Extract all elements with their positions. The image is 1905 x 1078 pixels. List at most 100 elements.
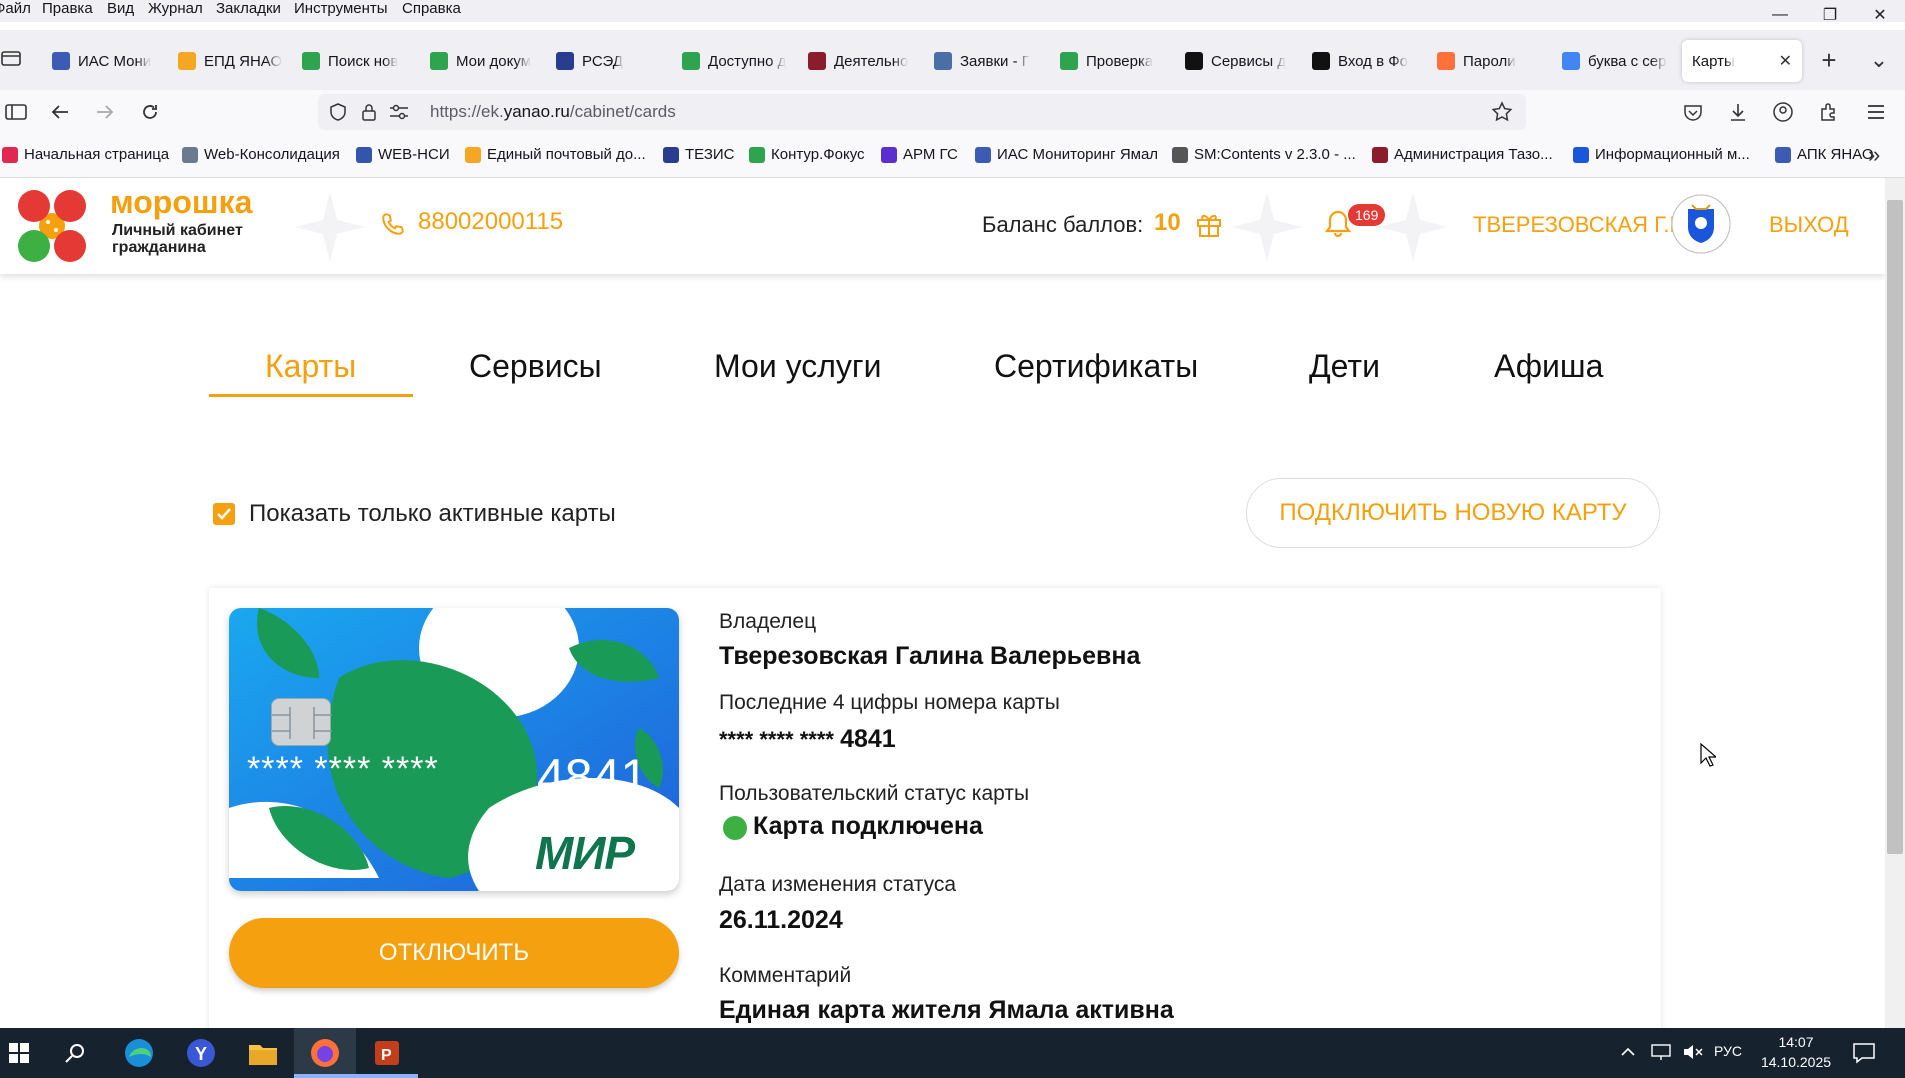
bookmark-star-icon[interactable] <box>1490 100 1514 129</box>
bookmark-label: АПК ЯНАО <box>1797 146 1874 163</box>
tab-favicon-icon <box>1437 52 1455 70</box>
bookmark-item[interactable]: ИАС Мониторинг Ямал <box>975 146 1158 163</box>
browser-tab[interactable]: Вход в Фо <box>1312 40 1432 82</box>
reload-icon[interactable] <box>134 96 166 128</box>
bookmark-item[interactable]: АПК ЯНАО <box>1775 146 1874 163</box>
menu-help[interactable]: Справка <box>402 0 461 17</box>
extensions-icon[interactable] <box>1812 96 1844 128</box>
network-icon[interactable] <box>1650 1042 1672 1067</box>
connect-new-card-button[interactable]: ПОДКЛЮЧИТЬ НОВУЮ КАРТУ <box>1246 478 1660 548</box>
bookmark-item[interactable]: Начальная страница <box>2 146 169 163</box>
browser-tab[interactable]: Проверка <box>1060 40 1180 82</box>
menu-bookmarks[interactable]: Закладки <box>216 0 281 17</box>
bookmark-label: Единый почтовый до... <box>487 146 646 163</box>
powerpoint-icon[interactable]: P <box>356 1028 418 1078</box>
tab-label: Сервисы д <box>1211 52 1287 70</box>
active-app-indicator <box>294 1074 356 1078</box>
close-window-button[interactable]: ✕ <box>1855 0 1905 30</box>
logo-wordmark[interactable]: морошка <box>110 184 252 221</box>
back-arrow-icon[interactable] <box>44 96 76 128</box>
clock[interactable]: 14:07 14.10.2025 <box>1756 1032 1836 1072</box>
avatar[interactable] <box>1670 193 1732 260</box>
firefox-icon[interactable] <box>294 1028 356 1078</box>
moroshka-logo-icon[interactable] <box>12 188 92 269</box>
url-text[interactable]: https://ek.yanao.ru/cabinet/cards <box>430 102 676 122</box>
menu-edit[interactable]: Правка <box>42 0 93 17</box>
browser-tab[interactable]: Карты ✕ <box>1682 40 1802 82</box>
bookmark-item[interactable]: WEB-НСИ <box>356 146 450 163</box>
bookmarks-overflow-button[interactable]: » <box>1868 142 1880 168</box>
bookmark-item[interactable]: Информационный м... <box>1573 146 1750 163</box>
bookmark-favicon-icon <box>465 146 481 163</box>
file-explorer-icon[interactable] <box>232 1028 294 1078</box>
edge-browser-icon[interactable] <box>108 1028 170 1078</box>
disconnect-card-button[interactable]: ОТКЛЮЧИТЬ <box>229 918 679 988</box>
menu-view[interactable]: Вид <box>107 0 134 17</box>
tab-afisha[interactable]: Афиша <box>1494 348 1603 385</box>
browser-tab[interactable]: Поиск нов <box>302 40 422 82</box>
close-tab-icon[interactable]: ✕ <box>1779 51 1792 71</box>
bookmark-item[interactable]: Единый почтовый до... <box>465 146 646 163</box>
tab-my-services[interactable]: Мои услуги <box>714 348 881 385</box>
tab-cards[interactable]: Карты <box>265 348 356 385</box>
tab-overview-icon[interactable] <box>0 48 22 68</box>
browser-tab[interactable]: буква с сер <box>1562 40 1682 82</box>
tab-label: Карты <box>1692 52 1735 70</box>
bookmark-item[interactable]: Администрация Тазо... <box>1372 146 1553 163</box>
search-icon[interactable] <box>44 1028 106 1078</box>
forward-arrow-icon[interactable] <box>89 96 121 128</box>
minimize-button[interactable]: — <box>1755 0 1805 30</box>
url-bar[interactable]: https://ek.yanao.ru/cabinet/cards <box>318 94 1526 130</box>
tab-list-button[interactable]: ⌄ <box>1862 40 1896 80</box>
tab-label: Деятельно <box>834 52 909 70</box>
volume-muted-icon[interactable] <box>1682 1042 1704 1067</box>
app-menu-icon[interactable] <box>1860 96 1892 128</box>
browser-tab[interactable]: Доступно д <box>682 40 802 82</box>
downloads-icon[interactable] <box>1722 96 1754 128</box>
tab-certificates[interactable]: Сертификаты <box>994 348 1198 385</box>
browser-tab[interactable]: ЕПД ЯНАО <box>178 40 298 82</box>
bookmark-label: АРМ ГС <box>903 146 958 163</box>
pocket-icon[interactable] <box>1677 96 1709 128</box>
tab-label: ЕПД ЯНАО <box>204 52 283 70</box>
yandex-browser-icon[interactable]: Y <box>170 1028 232 1078</box>
menu-history[interactable]: Журнал <box>148 0 203 17</box>
clock-date: 14.10.2025 <box>1760 1054 1832 1070</box>
bookmark-item[interactable]: АРМ ГС <box>881 146 958 163</box>
browser-tab[interactable]: Деятельно <box>808 40 928 82</box>
user-name[interactable]: ТВЕРЕЗОВСКАЯ Г.В. <box>1473 212 1690 238</box>
bookmark-item[interactable]: Web-Консолидация <box>182 146 340 163</box>
browser-tab[interactable]: Сервисы д <box>1185 40 1305 82</box>
browser-tab[interactable]: РСЭД <box>556 40 666 82</box>
menu-tools[interactable]: Инструменты <box>294 0 388 17</box>
active-cards-checkbox[interactable] <box>213 503 235 525</box>
menu-file[interactable]: Файл <box>0 0 31 17</box>
tray-chevron-up-icon[interactable] <box>1620 1044 1636 1065</box>
restore-button[interactable]: ❐ <box>1805 0 1855 30</box>
input-language[interactable]: РУС <box>1714 1043 1742 1059</box>
browser-tab[interactable]: ИАС Мони <box>52 40 172 82</box>
notification-center-icon[interactable] <box>1852 1041 1876 1070</box>
active-cards-label[interactable]: Показать только активные карты <box>249 500 616 528</box>
owner-value: Тверезовская Галина Валерьевна <box>719 642 1141 670</box>
notifications-badge[interactable]: 169 <box>1348 204 1386 226</box>
windows-start-icon[interactable] <box>0 1028 50 1078</box>
tab-services[interactable]: Сервисы <box>469 348 602 385</box>
shield-icon[interactable] <box>328 102 348 127</box>
permissions-icon[interactable] <box>388 103 410 126</box>
bookmark-item[interactable]: ТЕЗИС <box>663 146 735 163</box>
bookmark-item[interactable]: SM:Contents v 2.3.0 - ... <box>1172 146 1356 163</box>
browser-tab[interactable]: Мои докум <box>430 40 550 82</box>
hotline-phone[interactable]: 88002000115 <box>418 208 563 236</box>
gift-icon[interactable] <box>1194 209 1224 244</box>
bookmark-item[interactable]: Контур.Фокус <box>749 146 865 163</box>
browser-tab[interactable]: Пароли <box>1437 40 1557 82</box>
tab-children[interactable]: Дети <box>1309 348 1380 385</box>
browser-tab[interactable]: Заявки - Г <box>934 40 1054 82</box>
lock-icon[interactable] <box>360 102 378 127</box>
sidebar-toggle-icon[interactable] <box>0 96 32 128</box>
scrollbar-thumb[interactable] <box>1887 200 1903 854</box>
new-tab-button[interactable]: + <box>1812 40 1846 80</box>
logout-link[interactable]: ВЫХОД <box>1769 212 1849 238</box>
account-icon[interactable] <box>1767 96 1799 128</box>
